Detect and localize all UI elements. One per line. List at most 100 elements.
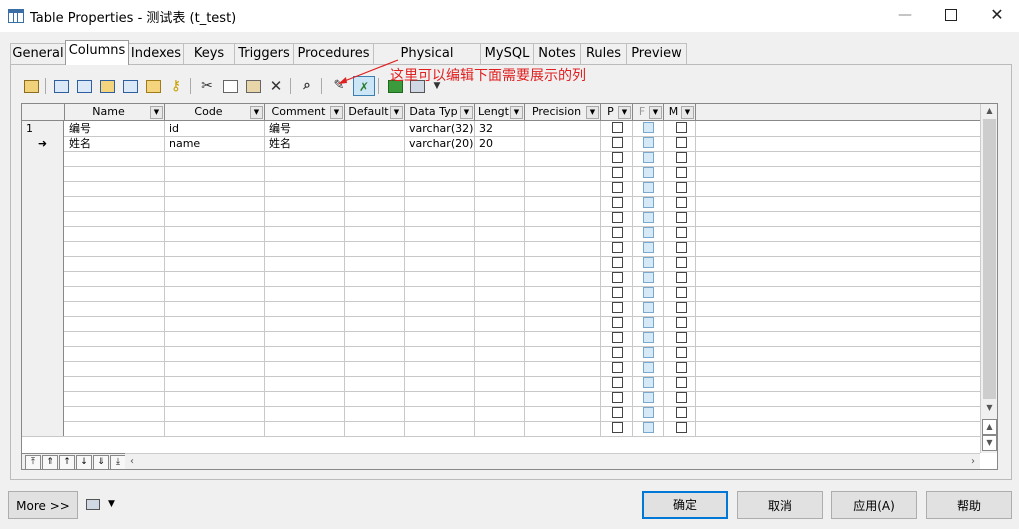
column-header-mandatory[interactable]: M ▼ [664, 104, 696, 120]
cell-length[interactable] [475, 376, 525, 391]
tab-rules[interactable]: Rules [580, 43, 627, 64]
scroll-page-up-icon[interactable]: ▲ [982, 419, 997, 435]
cell-length[interactable] [475, 286, 525, 301]
row-header[interactable] [22, 166, 64, 181]
cell-length[interactable] [475, 391, 525, 406]
cut-icon[interactable]: ✂ [198, 76, 216, 96]
cell-comment[interactable]: 编号 [265, 121, 345, 136]
cell-precision[interactable] [525, 286, 601, 301]
cell-comment[interactable] [265, 196, 345, 211]
cell-default[interactable] [345, 121, 405, 136]
primary-checkbox[interactable] [612, 347, 623, 358]
cell-data-type[interactable] [405, 361, 475, 376]
mandatory-checkbox[interactable] [676, 392, 687, 403]
column-header-foreign[interactable]: F ▼ [633, 104, 664, 120]
chevron-down-icon[interactable]: ▼ [649, 106, 662, 119]
cell-name[interactable] [65, 241, 165, 256]
row-header[interactable] [22, 196, 64, 211]
insert-row-icon[interactable] [52, 76, 70, 96]
mandatory-checkbox[interactable] [676, 152, 687, 163]
scroll-right-icon[interactable]: › [966, 454, 980, 469]
cell-data-type[interactable] [405, 421, 475, 436]
cell-length[interactable] [475, 226, 525, 241]
cell-default[interactable] [345, 301, 405, 316]
column-header-precision[interactable]: Precision ▼ [525, 104, 601, 120]
foreign-checkbox[interactable] [643, 377, 654, 388]
maximize-button[interactable] [928, 0, 974, 32]
cell-precision[interactable] [525, 241, 601, 256]
primary-checkbox[interactable] [612, 257, 623, 268]
cell-precision[interactable] [525, 361, 601, 376]
primary-checkbox[interactable] [612, 392, 623, 403]
cell-comment[interactable] [265, 391, 345, 406]
cell-precision[interactable] [525, 181, 601, 196]
cell-name[interactable] [65, 151, 165, 166]
table-row[interactable] [22, 331, 982, 347]
foreign-checkbox[interactable] [643, 347, 654, 358]
cell-name[interactable] [65, 256, 165, 271]
key-icon[interactable]: ⚷ [167, 76, 185, 96]
properties-icon[interactable] [22, 76, 40, 96]
cell-name[interactable] [65, 331, 165, 346]
cell-name[interactable] [65, 406, 165, 421]
foreign-checkbox[interactable] [643, 302, 654, 313]
cell-comment[interactable]: 姓名 [265, 136, 345, 151]
table-row[interactable] [22, 181, 982, 197]
cell-comment[interactable] [265, 286, 345, 301]
chevron-down-icon[interactable]: ▼ [330, 106, 343, 119]
cell-default[interactable] [345, 391, 405, 406]
cell-name[interactable] [65, 316, 165, 331]
cell-comment[interactable] [265, 316, 345, 331]
cell-name[interactable] [65, 226, 165, 241]
table-row[interactable]: ➜ 姓名 name 姓名 varchar(20) 20 [22, 136, 982, 152]
cell-code[interactable] [165, 256, 265, 271]
cell-comment[interactable] [265, 406, 345, 421]
mandatory-checkbox[interactable] [676, 197, 687, 208]
chevron-down-icon[interactable]: ▼ [250, 106, 263, 119]
tab-keys[interactable]: Keys [183, 43, 235, 64]
cell-comment[interactable] [265, 211, 345, 226]
vertical-scrollbar[interactable]: ▲ ▼ ▲ ▼ [980, 104, 997, 453]
mandatory-checkbox[interactable] [676, 182, 687, 193]
cell-default[interactable] [345, 211, 405, 226]
chevron-down-icon[interactable]: ▼ [460, 106, 473, 119]
tab-general[interactable]: General [10, 43, 66, 64]
cell-default[interactable] [345, 136, 405, 151]
primary-checkbox[interactable] [612, 287, 623, 298]
scroll-page-down-icon[interactable]: ▼ [982, 435, 997, 451]
cell-name[interactable] [65, 211, 165, 226]
cell-code[interactable] [165, 211, 265, 226]
cell-data-type[interactable] [405, 166, 475, 181]
column-header-name[interactable]: Name ▼ [65, 104, 165, 120]
primary-checkbox[interactable] [612, 182, 623, 193]
tab-mysql[interactable]: MySQL [480, 43, 534, 64]
primary-checkbox[interactable] [612, 167, 623, 178]
foreign-checkbox[interactable] [643, 407, 654, 418]
cell-code[interactable] [165, 196, 265, 211]
tab-indexes[interactable]: Indexes [128, 43, 184, 64]
cell-length[interactable] [475, 271, 525, 286]
cell-comment[interactable] [265, 166, 345, 181]
delete-icon[interactable]: ✕ [267, 76, 285, 96]
row-header[interactable] [22, 211, 64, 226]
cell-comment[interactable] [265, 256, 345, 271]
cell-data-type[interactable] [405, 181, 475, 196]
cell-name[interactable]: 姓名 [65, 136, 165, 151]
cell-data-type[interactable] [405, 301, 475, 316]
primary-checkbox[interactable] [612, 152, 623, 163]
cell-precision[interactable] [525, 346, 601, 361]
row-header[interactable] [22, 406, 64, 421]
table-row[interactable]: 1 编号 id 编号 varchar(32) 32 [22, 121, 982, 137]
cell-code[interactable] [165, 316, 265, 331]
row-header[interactable] [22, 421, 64, 436]
cell-code[interactable] [165, 331, 265, 346]
cell-precision[interactable] [525, 421, 601, 436]
close-button[interactable]: ✕ [974, 0, 1019, 32]
print-options-dropdown-icon[interactable]: ▼ [108, 499, 115, 509]
more-button[interactable]: More >> [8, 491, 78, 519]
apply-button[interactable]: 应用(A) [831, 491, 917, 519]
cell-length[interactable] [475, 406, 525, 421]
cell-code[interactable] [165, 391, 265, 406]
cell-code[interactable] [165, 301, 265, 316]
foreign-checkbox[interactable] [643, 137, 654, 148]
